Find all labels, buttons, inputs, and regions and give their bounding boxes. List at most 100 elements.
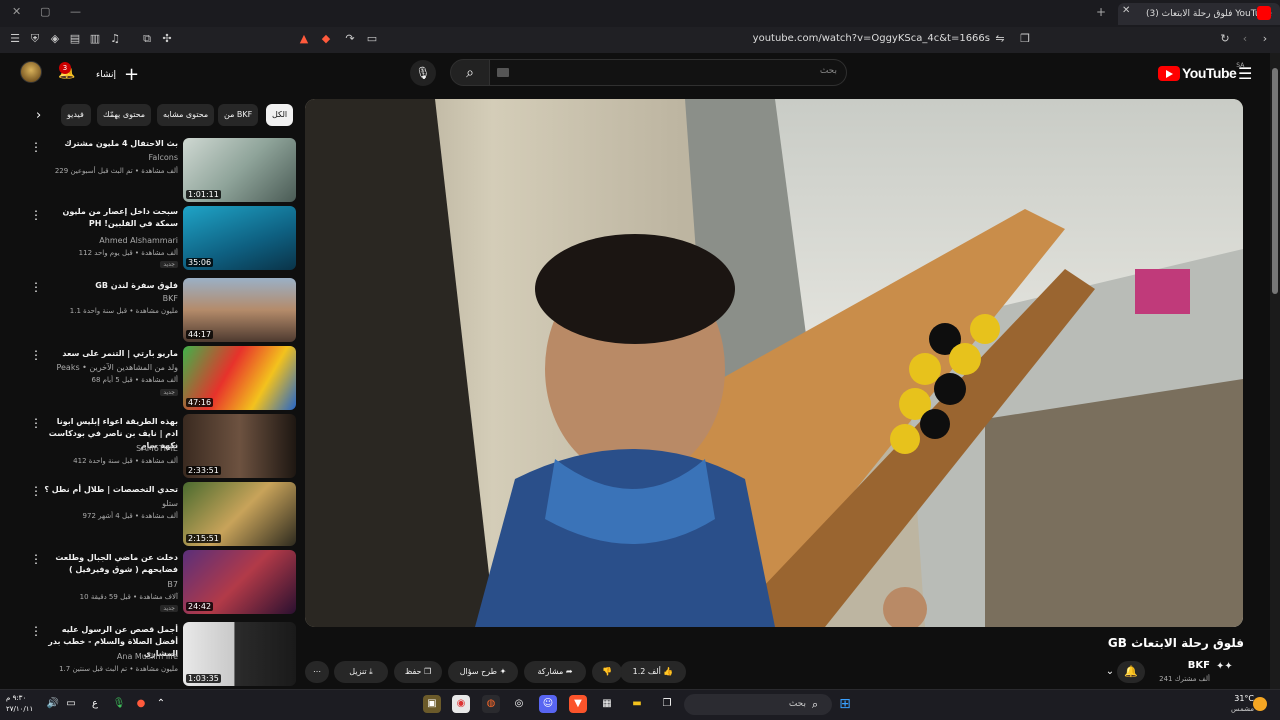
chip-all[interactable]: الكل xyxy=(266,104,294,126)
ask-button[interactable]: طرح سؤال ✦ xyxy=(448,661,518,683)
video-title[interactable]: بث الاحتفال 4 مليون مشترك xyxy=(43,138,178,150)
channel-name[interactable]: Peaks • ولد من المشاهدين الآخرين xyxy=(56,363,178,372)
more-options-icon[interactable]: ⋮ xyxy=(30,484,42,498)
speaker-icon[interactable]: 🔊 xyxy=(44,695,62,713)
close-window-icon[interactable]: ✕ xyxy=(12,5,21,18)
download-button[interactable]: تنزيل ⤓ xyxy=(334,661,388,683)
save-button[interactable]: حفظ ❒ xyxy=(394,661,442,683)
more-options-icon[interactable]: ⋮ xyxy=(30,280,42,294)
brave-icon[interactable]: ▼ xyxy=(569,695,587,713)
weather-temperature[interactable]: 31°C xyxy=(1220,694,1254,703)
close-tab-icon[interactable]: ✕ xyxy=(1122,5,1136,21)
more-options-icon[interactable]: ⋮ xyxy=(30,416,42,430)
minimize-window-icon[interactable]: — xyxy=(70,5,81,18)
chip-similar[interactable]: محتوى مشابه xyxy=(157,104,215,126)
clock-date[interactable]: ٢٧/١٠/١١ xyxy=(6,705,33,713)
share-button[interactable]: مشاركة ➦ xyxy=(524,661,586,683)
voice-search-icon[interactable]: 🎙 xyxy=(410,60,436,86)
browser-tab[interactable]: (3) فلوق رحلة الابتعاث YouTube xyxy=(1118,3,1280,25)
recommendation-item[interactable]: ⋮ تحدي التخصصات | طلال أم نطل ؟ ستلو 972… xyxy=(30,482,296,548)
site-settings-icon[interactable]: ⇋ xyxy=(992,31,1008,47)
create-button[interactable]: إنشاء + xyxy=(96,64,139,85)
dislike-button[interactable]: 👎 xyxy=(592,661,622,683)
more-options-icon[interactable]: ⋮ xyxy=(30,140,42,154)
recommendation-item[interactable]: ⋮ سبحت داخل إعصار من مليون سمكة في الفلب… xyxy=(30,206,296,272)
video-title[interactable]: فلوق سفرة لندن GB xyxy=(43,280,178,292)
network-icon[interactable]: ▭ xyxy=(62,695,80,713)
file-explorer-icon[interactable]: ▬ xyxy=(628,695,646,713)
windows-start-icon[interactable]: ⊞ xyxy=(836,695,854,713)
more-options-icon[interactable]: ⋮ xyxy=(30,208,42,222)
maximize-window-icon[interactable]: ▢ xyxy=(40,5,50,18)
microphone-icon[interactable]: 🎙 xyxy=(110,695,128,713)
store-icon[interactable]: ▦ xyxy=(598,695,616,713)
video-title[interactable]: دخلت عن ماضي الجبال وطلعت فضايحهم ( شوق … xyxy=(43,552,178,576)
channel-name[interactable]: SAM6TIME xyxy=(136,444,178,453)
video-player[interactable] xyxy=(305,99,1243,627)
share-page-icon[interactable]: ↷ xyxy=(342,31,358,47)
rewards-icon[interactable]: ▲ xyxy=(296,31,312,47)
bookmark-icon[interactable]: ❒ xyxy=(1017,31,1033,47)
search-button[interactable]: ⌕ xyxy=(450,59,490,86)
video-thumbnail[interactable]: 2:15:51 xyxy=(183,482,296,546)
menu-icon[interactable]: ☰ xyxy=(7,31,23,47)
scrollbar-thumb[interactable] xyxy=(1272,68,1278,294)
more-options-icon[interactable]: ⋮ xyxy=(30,348,42,362)
app-icon-3[interactable]: ◍ xyxy=(482,695,500,713)
chevron-down-icon[interactable]: ⌄ xyxy=(1098,661,1122,683)
clock-time[interactable]: ٩:٣٠ م xyxy=(6,694,26,702)
channel-name[interactable]: BKF xyxy=(1170,660,1210,671)
chrome-icon[interactable]: ◉ xyxy=(452,695,470,713)
recommendation-item[interactable]: ⋮ ماريو بارتي | التنمر على سعد Peaks • و… xyxy=(30,346,296,412)
tray-app-icon[interactable]: ● xyxy=(132,695,150,713)
video-thumbnail[interactable]: 1:01:11 xyxy=(183,138,296,202)
tray-expand-icon[interactable]: ⌃ xyxy=(152,695,170,713)
language-indicator[interactable]: ع xyxy=(86,695,104,713)
address-bar[interactable]: youtube.com/watch?v=OggyKSca_4c&t=1666s xyxy=(640,33,990,44)
sidebar-icon[interactable]: ▥ xyxy=(87,31,103,47)
channel-name[interactable]: ستلو xyxy=(162,499,178,508)
recommendation-item[interactable]: ⋮ أجمل قصص عن الرسول عليه أفضل الصلاة وا… xyxy=(30,622,296,688)
screenshot-icon[interactable]: ⧉ xyxy=(139,31,155,47)
chip-video[interactable]: فيديو xyxy=(61,104,91,126)
channel-name[interactable]: Falcons xyxy=(148,153,178,162)
discord-icon[interactable]: ☺ xyxy=(539,695,557,713)
keyboard-icon[interactable] xyxy=(497,68,509,77)
avatar[interactable] xyxy=(20,61,42,83)
wallet-icon[interactable]: ◈ xyxy=(47,31,63,47)
chip-from-bkf[interactable]: من BKF xyxy=(218,104,259,126)
channel-avatar[interactable]: ✦✦ xyxy=(1216,661,1242,681)
app-icon-4[interactable]: ◎ xyxy=(510,695,528,713)
youtube-logo[interactable]: YouTube SA xyxy=(1158,62,1244,82)
guide-menu-icon[interactable]: ☰ xyxy=(1238,64,1252,83)
shield-icon[interactable]: ⛨ xyxy=(27,31,43,47)
video-thumbnail[interactable]: 44:17 xyxy=(183,278,296,342)
video-thumbnail[interactable]: 24:42 xyxy=(183,550,296,614)
video-title[interactable]: تحدي التخصصات | طلال أم نطل ؟ xyxy=(43,484,178,496)
channel-name[interactable]: BKF xyxy=(163,294,178,303)
reload-icon[interactable]: ↻ xyxy=(1217,31,1233,47)
app-icon-1[interactable]: ▣ xyxy=(423,695,441,713)
music-icon[interactable]: ♫ xyxy=(107,31,123,47)
forward-icon[interactable]: ‹ xyxy=(1237,31,1253,47)
channel-name[interactable]: B7 xyxy=(167,580,178,589)
chip-related-interest[interactable]: محتوى يهمّك xyxy=(97,104,152,126)
recommendation-item[interactable]: ⋮ فلوق سفرة لندن GB BKF 1.1 مليون مشاهدة… xyxy=(30,278,296,344)
video-thumbnail[interactable]: 2:33:51 xyxy=(183,414,296,478)
channel-name[interactable]: Ana Muslim life xyxy=(117,652,178,661)
recommendation-item[interactable]: ⋮ دخلت عن ماضي الجبال وطلعت فضايحهم ( شو… xyxy=(30,550,296,616)
taskbar-search-input[interactable]: بحث xyxy=(684,694,832,715)
more-options-icon[interactable]: ⋮ xyxy=(30,624,42,638)
recommendation-item[interactable]: ⋮ بث الاحتفال 4 مليون مشترك Falcons 229 … xyxy=(30,138,296,204)
chip-scroll-arrow-icon[interactable]: › xyxy=(36,108,41,123)
tabs-icon[interactable]: ▤ xyxy=(67,31,83,47)
video-title[interactable]: ماريو بارتي | التنمر على سعد xyxy=(43,348,178,360)
extensions-icon[interactable]: ✣ xyxy=(159,31,175,47)
video-thumbnail[interactable]: 35:06 xyxy=(183,206,296,270)
task-view-icon[interactable]: ❐ xyxy=(658,695,676,713)
back-icon[interactable]: › xyxy=(1257,31,1273,47)
video-thumbnail[interactable]: 1:03:35 xyxy=(183,622,296,686)
cast-icon[interactable]: ▭ xyxy=(364,31,380,47)
video-title[interactable]: سبحت داخل إعصار من مليون سمكة في الفلبين… xyxy=(43,206,178,230)
video-thumbnail[interactable]: 47:16 xyxy=(183,346,296,410)
